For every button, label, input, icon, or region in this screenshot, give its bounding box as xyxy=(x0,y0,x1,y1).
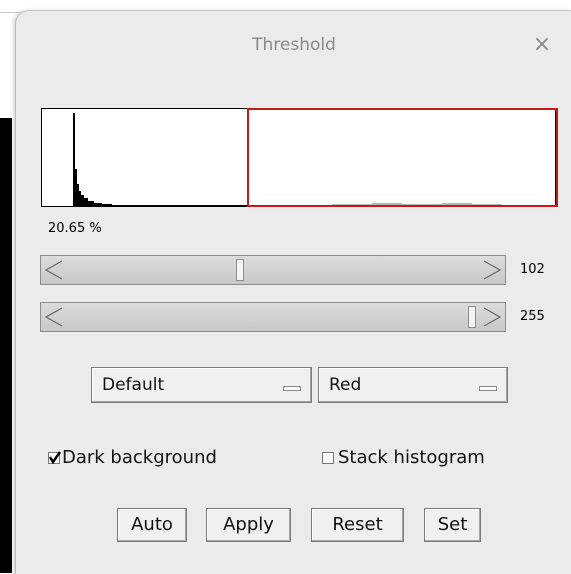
upper-slider-thumb[interactable] xyxy=(468,306,476,328)
stack-histogram-label: Stack histogram xyxy=(338,447,485,468)
lower-slider-thumb[interactable] xyxy=(236,259,244,281)
slider-right-arrow-icon[interactable] xyxy=(482,260,502,280)
threshold-method-value: Default xyxy=(102,375,165,395)
set-button[interactable]: Set xyxy=(424,508,481,542)
close-icon[interactable]: × xyxy=(530,33,554,57)
histogram-bars-low xyxy=(73,113,247,206)
dark-background-label: Dark background xyxy=(62,447,217,468)
stack-histogram-checkbox[interactable] xyxy=(322,452,334,464)
auto-button[interactable]: Auto xyxy=(117,508,187,542)
apply-button[interactable]: Apply xyxy=(206,508,291,542)
slider-left-arrow-icon[interactable] xyxy=(44,307,64,327)
dropdown-indicator-icon xyxy=(283,386,301,391)
dialog-titlebar[interactable]: Threshold × xyxy=(16,11,571,81)
checkmark-icon xyxy=(48,451,61,465)
slider-right-arrow-icon[interactable] xyxy=(482,307,502,327)
dark-background-checkbox[interactable] xyxy=(48,451,61,465)
slider-left-arrow-icon[interactable] xyxy=(44,260,64,280)
dropdown-indicator-icon xyxy=(479,386,497,391)
threshold-selection-overlay xyxy=(247,108,558,207)
upper-threshold-slider[interactable] xyxy=(40,302,506,332)
background-image-edge xyxy=(0,118,12,573)
reset-button[interactable]: Reset xyxy=(311,508,404,542)
histogram-panel xyxy=(41,108,558,207)
display-mode-select[interactable]: Red xyxy=(318,367,508,403)
threshold-method-select[interactable]: Default xyxy=(91,367,312,403)
percent-readout: 20.65 % xyxy=(48,221,102,236)
threshold-dialog: Threshold × 20.65 % 102 255 Default Red xyxy=(15,10,571,574)
upper-threshold-value: 255 xyxy=(520,309,545,324)
display-mode-value: Red xyxy=(329,375,362,395)
lower-threshold-slider[interactable] xyxy=(40,255,506,285)
dialog-title: Threshold xyxy=(252,35,336,55)
lower-threshold-value: 102 xyxy=(520,262,545,277)
